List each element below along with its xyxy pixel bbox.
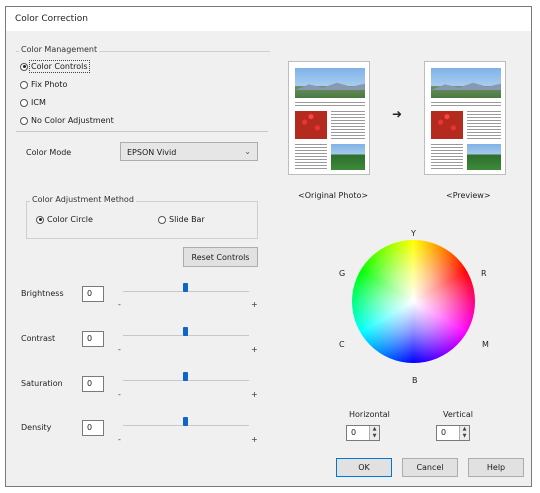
- ok-button[interactable]: OK: [336, 458, 392, 477]
- spinner-arrows-icon[interactable]: ▲ ▼: [459, 426, 469, 440]
- saturation-slider-thumb[interactable]: [183, 372, 188, 381]
- density-label: Density: [21, 423, 52, 432]
- vertical-value: 0: [441, 428, 447, 437]
- saturation-label: Saturation: [21, 379, 63, 388]
- radio-icm-dot: [20, 98, 28, 107]
- color-adjustment-method-legend: Color Adjustment Method: [30, 195, 136, 204]
- text-lines: [431, 144, 463, 170]
- text-lines: [431, 102, 501, 108]
- chevron-down-icon: ⌄: [244, 147, 251, 156]
- trees-image: [331, 144, 365, 170]
- radio-color-circle-dot: [36, 215, 44, 224]
- radio-color-circle[interactable]: Color Circle: [36, 215, 93, 224]
- horizontal-value: 0: [351, 428, 357, 437]
- contrast-slider-thumb[interactable]: [183, 327, 188, 336]
- radio-slide-bar[interactable]: Slide Bar: [158, 215, 205, 224]
- landscape-image: [295, 68, 365, 98]
- radio-icm[interactable]: ICM: [20, 98, 46, 107]
- text-lines: [467, 111, 501, 139]
- contrast-label: Contrast: [21, 334, 56, 343]
- landscape-image: [431, 68, 501, 98]
- contrast-minus: -: [118, 345, 121, 354]
- brightness-label: Brightness: [21, 289, 64, 298]
- density-plus: +: [251, 435, 258, 444]
- contrast-input[interactable]: 0: [82, 331, 104, 347]
- flower-image: [431, 111, 463, 139]
- color-management-legend: Color Management: [19, 45, 100, 54]
- flower-image: [295, 111, 327, 139]
- color-circle[interactable]: +: [352, 240, 475, 363]
- circle-label-y: Y: [411, 229, 416, 238]
- section-separator: [16, 131, 268, 132]
- radio-no-color-adjustment-dot: [20, 116, 28, 125]
- window-title: Color Correction: [15, 14, 88, 24]
- circle-label-c: C: [339, 340, 345, 349]
- contrast-plus: +: [251, 345, 258, 354]
- brightness-minus: -: [118, 300, 121, 309]
- trees-image: [467, 144, 501, 170]
- density-input[interactable]: 0: [82, 420, 104, 436]
- saturation-minus: -: [118, 390, 121, 399]
- radio-color-controls-dot: [20, 62, 28, 71]
- cancel-button[interactable]: Cancel: [402, 458, 458, 477]
- radio-no-color-adjustment[interactable]: No Color Adjustment: [20, 116, 114, 125]
- circle-label-r: R: [481, 269, 487, 278]
- original-photo-thumbnail: [288, 61, 370, 175]
- reset-controls-button[interactable]: Reset Controls: [183, 247, 258, 267]
- density-slider-thumb[interactable]: [183, 417, 188, 426]
- vertical-spinner[interactable]: 0 ▲ ▼: [436, 425, 470, 441]
- color-mode-label: Color Mode: [26, 148, 72, 157]
- brightness-input[interactable]: 0: [82, 286, 104, 302]
- radio-color-controls[interactable]: Color Controls: [20, 60, 90, 73]
- brightness-slider-thumb[interactable]: [183, 283, 188, 292]
- brightness-plus: +: [251, 300, 258, 309]
- text-lines: [331, 111, 365, 139]
- original-photo-caption: <Original Photo>: [298, 191, 369, 200]
- vertical-label: Vertical: [443, 410, 473, 419]
- preview-caption: <Preview>: [446, 191, 491, 200]
- circle-label-b: B: [412, 376, 418, 385]
- title-bar: Color Correction: [6, 7, 531, 31]
- crosshair-icon[interactable]: +: [409, 295, 417, 305]
- text-lines: [295, 144, 327, 170]
- help-button[interactable]: Help: [468, 458, 524, 477]
- arrow-right-icon: ➜: [392, 107, 403, 121]
- circle-label-m: M: [482, 340, 489, 349]
- horizontal-spinner[interactable]: 0 ▲ ▼: [346, 425, 380, 441]
- horizontal-label: Horizontal: [349, 410, 390, 419]
- radio-slide-bar-dot: [158, 215, 166, 224]
- color-correction-dialog: Color Correction Color Management Color …: [5, 6, 532, 487]
- color-mode-value: EPSON Vivid: [127, 148, 177, 157]
- text-lines: [295, 102, 365, 108]
- circle-label-g: G: [339, 269, 346, 278]
- radio-fix-photo-dot: [20, 80, 28, 89]
- color-mode-select[interactable]: EPSON Vivid ⌄: [120, 142, 258, 161]
- saturation-input[interactable]: 0: [82, 376, 104, 392]
- radio-fix-photo[interactable]: Fix Photo: [20, 80, 67, 89]
- spinner-arrows-icon[interactable]: ▲ ▼: [369, 426, 379, 440]
- preview-photo-thumbnail: [424, 61, 506, 175]
- saturation-plus: +: [251, 390, 258, 399]
- density-minus: -: [118, 435, 121, 444]
